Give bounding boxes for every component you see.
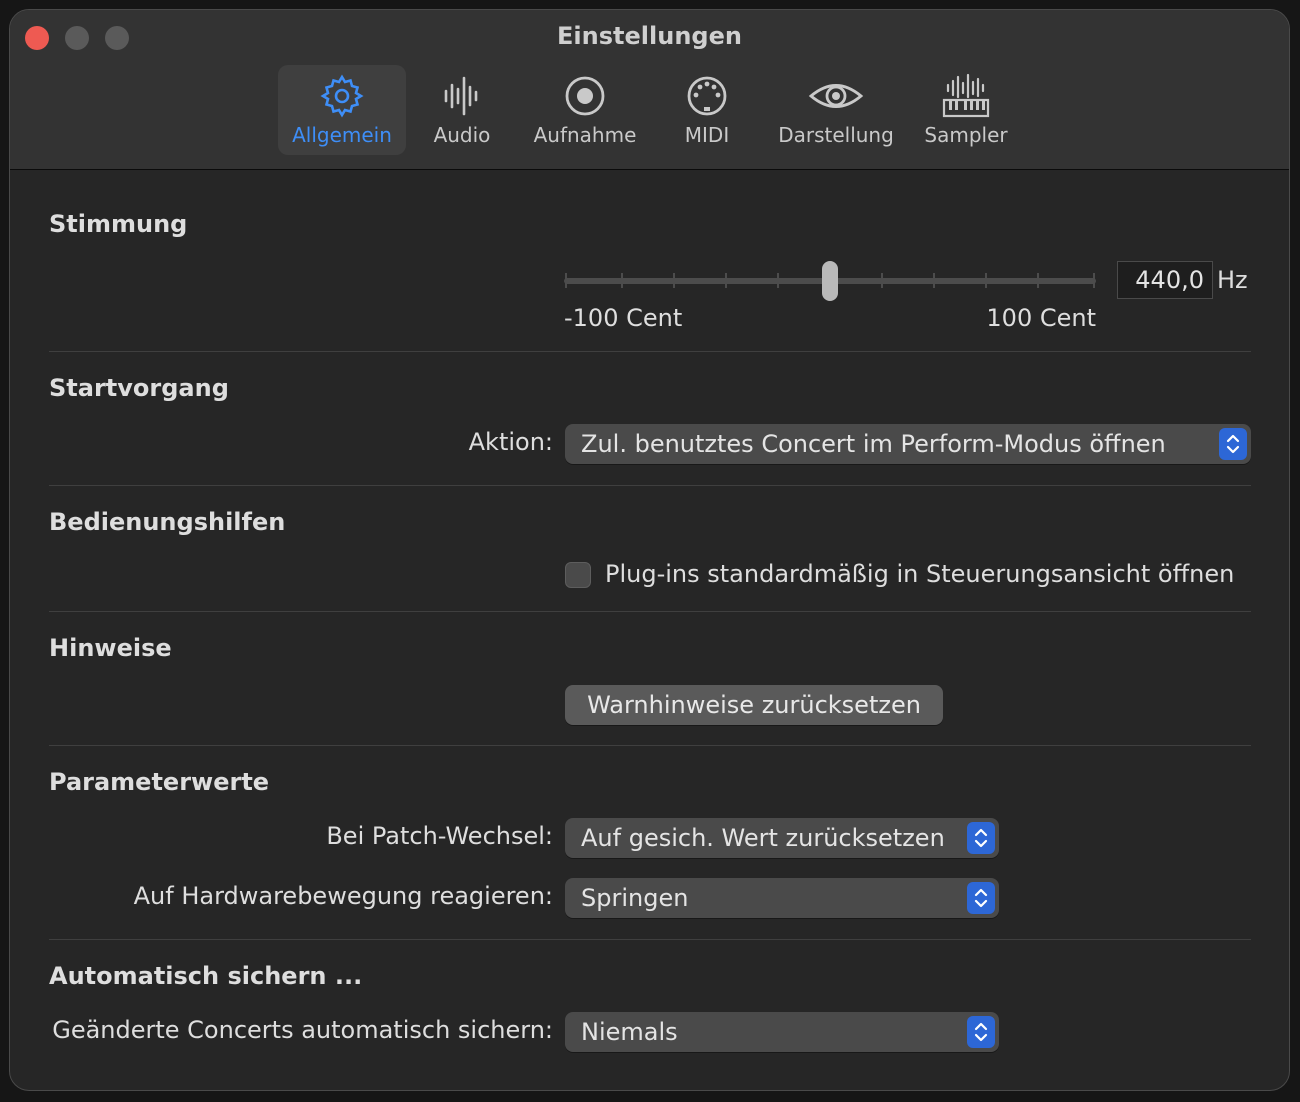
waveform-icon — [444, 76, 478, 116]
frequency-input[interactable]: 440,0 — [1117, 261, 1213, 299]
tab-label: MIDI — [684, 123, 730, 147]
slider-max-label: 100 Cent — [986, 304, 1096, 332]
select-value: Zul. benutztes Concert im Perform-Modus … — [581, 430, 1166, 458]
tab-darstellung[interactable]: Darstellung — [770, 65, 902, 155]
slider-thumb[interactable] — [822, 261, 838, 301]
checkbox-label[interactable]: Plug-ins standardmäßig in Steuerungsansi… — [605, 560, 1234, 588]
tab-label: Aufnahme — [533, 123, 637, 147]
eye-icon — [808, 84, 864, 108]
tab-midi[interactable]: MIDI — [670, 65, 744, 155]
startup-action-select[interactable]: Zul. benutztes Concert im Perform-Modus … — [565, 424, 1251, 464]
section-title-stimmung: Stimmung — [49, 210, 188, 238]
select-value: Niemals — [581, 1018, 678, 1046]
autosave-select[interactable]: Niemals — [565, 1012, 999, 1052]
select-stepper — [967, 822, 995, 854]
reset-warnings-button[interactable]: Warnhinweise zurücksetzen — [565, 685, 943, 725]
gear-icon — [320, 74, 364, 118]
select-value: Auf gesich. Wert zurücksetzen — [581, 824, 945, 852]
chevron-up-down-icon — [974, 888, 988, 908]
hardware-motion-label: Auf Hardwarebewegung reagieren: — [133, 882, 553, 910]
select-stepper — [967, 1016, 995, 1048]
hardware-motion-select[interactable]: Springen — [565, 878, 999, 918]
section-title-bedienungshilfen: Bedienungshilfen — [49, 508, 286, 536]
section-title-startvorgang: Startvorgang — [49, 374, 229, 402]
separator — [49, 611, 1251, 612]
patch-change-select[interactable]: Auf gesich. Wert zurücksetzen — [565, 818, 999, 858]
patch-change-label: Bei Patch-Wechsel: — [326, 822, 553, 850]
section-title-parameterwerte: Parameterwerte — [49, 768, 270, 796]
autosave-label: Geänderte Concerts automatisch sichern: — [52, 1016, 553, 1044]
slider-tick — [621, 273, 623, 288]
separator — [49, 745, 1251, 746]
select-stepper — [1219, 428, 1247, 460]
plugin-controls-view-checkbox[interactable] — [565, 562, 591, 588]
chevron-up-down-icon — [974, 1022, 988, 1042]
slider-tick — [1037, 273, 1039, 288]
window-title: Einstellungen — [557, 22, 742, 50]
tab-aufnahme[interactable]: Aufnahme — [528, 65, 642, 155]
section-title-hinweise: Hinweise — [49, 634, 172, 662]
tab-audio[interactable]: Audio — [420, 65, 504, 155]
tab-label: Sampler — [924, 123, 1008, 147]
record-icon — [565, 76, 605, 116]
toolbar: Einstellungen Allgemein Audio Aufnahme M… — [10, 10, 1289, 170]
separator — [49, 351, 1251, 352]
separator — [49, 485, 1251, 486]
slider-tick — [777, 273, 779, 288]
tab-allgemein[interactable]: Allgemein — [278, 65, 406, 155]
section-title-automatisch-sichern: Automatisch sichern ... — [49, 962, 363, 990]
select-value: Springen — [581, 884, 689, 912]
slider-tick — [673, 273, 675, 288]
select-stepper — [967, 882, 995, 914]
slider-tick — [725, 273, 727, 288]
tab-label: Allgemein — [292, 123, 392, 147]
separator — [49, 939, 1251, 940]
action-label: Aktion: — [468, 428, 553, 456]
tab-sampler[interactable]: Sampler — [916, 65, 1016, 155]
slider-tick — [933, 273, 935, 288]
slider-tick — [565, 273, 567, 288]
sampler-keyboard-icon — [942, 73, 990, 118]
slider-min-label: -100 Cent — [564, 304, 683, 332]
slider-tick — [985, 273, 987, 288]
chevron-up-down-icon — [1226, 434, 1240, 454]
tab-label: Darstellung — [778, 123, 894, 147]
slider-tick — [1093, 273, 1095, 288]
tab-label: Audio — [433, 123, 491, 147]
chevron-up-down-icon — [974, 828, 988, 848]
slider-tick — [881, 273, 883, 288]
midi-port-icon — [687, 76, 727, 116]
preferences-window: Einstellungen Allgemein Audio Aufnahme M… — [9, 9, 1290, 1091]
frequency-unit: Hz — [1217, 266, 1248, 294]
